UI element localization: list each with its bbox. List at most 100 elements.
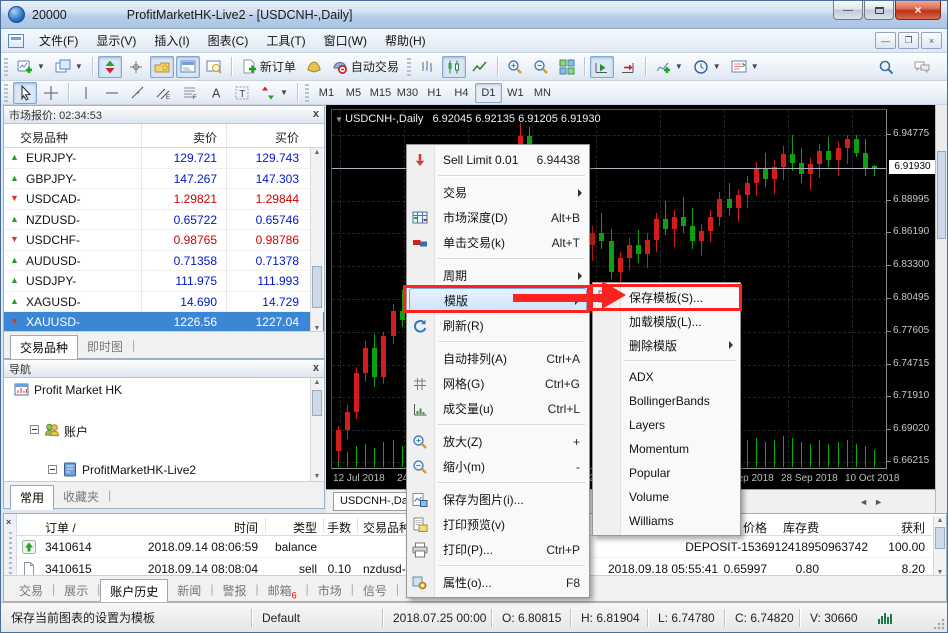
trendline-button[interactable] [126, 82, 150, 104]
mdi-minimize-button[interactable]: — [875, 32, 896, 49]
new-chart-button[interactable]: ▼ [13, 56, 49, 78]
context-menu-item-放大(Z)[interactable]: 放大(Z)+ [407, 429, 589, 454]
template-submenu-item-加载模版(L)...[interactable]: 加载模版(L)... [593, 309, 740, 333]
toolbar-grip[interactable] [407, 58, 411, 76]
template-submenu-item-Volume[interactable]: Volume [593, 485, 740, 509]
market-watch-tab-0[interactable]: 交易品种 [10, 335, 78, 360]
context-menu-item-Sell Limit 0.01[interactable]: Sell Limit 0.016.94438 [407, 147, 589, 172]
template-submenu-item-删除模版[interactable]: 删除模版 [593, 333, 740, 357]
template-submenu-item-ADX[interactable]: ADX [593, 365, 740, 389]
context-menu-item-单击交易(k)[interactable]: 单击交易(k)Alt+T [407, 230, 589, 255]
terminal-tab-4[interactable]: 警报 [213, 579, 255, 602]
period-button-M15[interactable]: M15 [367, 83, 394, 103]
fibonacci-button[interactable]: F [178, 82, 202, 104]
terminal-close-icon[interactable]: × [6, 517, 11, 527]
crosshair-button[interactable] [39, 82, 63, 104]
market-watch-scrollbar[interactable]: ▲ ▼ [310, 148, 323, 333]
close-button[interactable]: × [895, 1, 941, 20]
market-watch-button[interactable] [98, 56, 122, 78]
toolbar-grip[interactable] [4, 58, 8, 76]
terminal-tab-3[interactable]: 新闻 [168, 579, 210, 602]
period-button-M5[interactable]: M5 [340, 83, 367, 103]
period-button-H1[interactable]: H1 [421, 83, 448, 103]
template-submenu-item-Momentum[interactable]: Momentum [593, 437, 740, 461]
context-menu-item-自动排列(A)[interactable]: 自动排列(A)Ctrl+A [407, 346, 589, 371]
minimize-button[interactable]: — [833, 1, 863, 20]
context-menu-item-打印(P)...[interactable]: 打印(P)...Ctrl+P [407, 537, 589, 562]
market-watch-close-icon[interactable]: x [313, 109, 319, 120]
periods-button[interactable]: ▼ [689, 56, 725, 78]
terminal-tab-6[interactable]: 市场 [309, 579, 351, 602]
context-menu-item-网格(G)[interactable]: 网格(G)Ctrl+G [407, 371, 589, 396]
search-button[interactable] [874, 56, 898, 78]
bar-chart-button[interactable] [416, 56, 440, 78]
market-watch-row-GBPJPY-[interactable]: ▲GBPJPY-147.267147.303 [4, 169, 324, 190]
vertical-line-button[interactable] [74, 82, 98, 104]
auto-trading-button[interactable]: 自动交易 [328, 56, 403, 78]
line-chart-button[interactable] [468, 56, 492, 78]
menu-item-4[interactable]: 工具(T) [257, 28, 314, 53]
template-submenu-item-BollingerBands[interactable]: BollingerBands [593, 389, 740, 413]
period-button-D1[interactable]: D1 [475, 83, 502, 103]
toolbar-grip[interactable] [305, 84, 309, 102]
terminal-tab-2[interactable]: 账户历史 [100, 579, 168, 604]
navigator-close-icon[interactable]: x [313, 363, 319, 374]
chart-shift-button[interactable] [616, 56, 640, 78]
menu-item-2[interactable]: 插入(I) [145, 28, 198, 53]
menu-item-1[interactable]: 显示(V) [87, 28, 145, 53]
navigator-tab-0[interactable]: 常用 [10, 485, 54, 510]
zoom-in-button[interactable] [503, 56, 527, 78]
navigator-tab-1[interactable]: 收藏夹 [54, 485, 108, 508]
market-watch-row-NZDUSD-[interactable]: ▲NZDUSD-0.657220.65746 [4, 210, 324, 231]
terminal-tab-1[interactable]: 展示 [55, 579, 97, 602]
period-button-H4[interactable]: H4 [448, 83, 475, 103]
period-button-M1[interactable]: M1 [313, 83, 340, 103]
market-watch-title-bar[interactable]: 市场报价: 02:34:53 x [4, 106, 324, 124]
navigator-item-1[interactable]: 账户 [4, 420, 310, 440]
terminal-scrollbar[interactable]: ▲ ▼ [933, 516, 946, 577]
chart-tab-scroll-arrows[interactable]: ◄► [859, 497, 889, 507]
tree-collapse-icon[interactable] [30, 425, 39, 434]
period-button-MN[interactable]: MN [529, 83, 556, 103]
candlestick-button[interactable] [442, 56, 466, 78]
zoom-out-button[interactable] [529, 56, 553, 78]
cursor-button[interactable] [13, 82, 37, 104]
templates-button[interactable]: ▼ [727, 56, 763, 78]
profiles-button[interactable]: ▼ [51, 56, 87, 78]
text-button[interactable]: A [204, 82, 228, 104]
auto-scroll-button[interactable] [590, 56, 614, 78]
text-label-button[interactable]: T [230, 82, 254, 104]
market-watch-row-XAGUSD-[interactable]: ▲XAGUSD-14.69014.729 [4, 292, 324, 313]
experts-button[interactable] [302, 56, 326, 78]
period-button-W1[interactable]: W1 [502, 83, 529, 103]
tree-collapse-icon[interactable] [48, 465, 57, 474]
strategy-tester-button[interactable] [202, 56, 226, 78]
context-menu-item-属性(o)...[interactable]: 属性(o)...F8 [407, 570, 589, 595]
market-watch-row-EURJPY-[interactable]: ▲EURJPY-129.721129.743 [4, 148, 324, 169]
horizontal-line-button[interactable] [100, 82, 124, 104]
context-menu-item-交易[interactable]: 交易 [407, 180, 589, 205]
context-menu-item-成交量(u)[interactable]: 成交量(u)Ctrl+L [407, 396, 589, 421]
market-watch-row-USDCHF-[interactable]: ▼USDCHF-0.987650.98786 [4, 230, 324, 251]
template-submenu-item-Williams[interactable]: Williams [593, 509, 740, 533]
market-watch-row-AUDUSD-[interactable]: ▲AUDUSD-0.713580.71378 [4, 251, 324, 272]
navigator-item-2[interactable]: ProfitMarketHK-Live2 [4, 460, 310, 480]
navigator-item-0[interactable]: Profit Market HK [4, 380, 310, 400]
menu-item-3[interactable]: 图表(C) [199, 28, 258, 53]
toolbar-grip[interactable] [4, 84, 8, 102]
maximize-button[interactable] [864, 1, 894, 20]
new-order-button[interactable]: 新订单 [237, 56, 300, 78]
period-button-M30[interactable]: M30 [394, 83, 421, 103]
chat-button[interactable] [910, 56, 934, 78]
channel-button[interactable]: E [152, 82, 176, 104]
menu-item-5[interactable]: 窗口(W) [315, 28, 376, 53]
indicators-button[interactable]: ▼ [651, 56, 687, 78]
market-watch-row-USDCAD-[interactable]: ▼USDCAD-1.298211.29844 [4, 189, 324, 210]
context-menu-item-保存为图片(i)...[interactable]: 保存为图片(i)... [407, 487, 589, 512]
arrows-button[interactable]: ▼ [256, 82, 292, 104]
mdi-close-button[interactable]: × [921, 32, 942, 49]
resize-grip[interactable] [933, 618, 945, 630]
template-submenu-item-Layers[interactable]: Layers [593, 413, 740, 437]
tile-windows-button[interactable] [555, 56, 579, 78]
chart-window-icon[interactable] [8, 34, 24, 48]
